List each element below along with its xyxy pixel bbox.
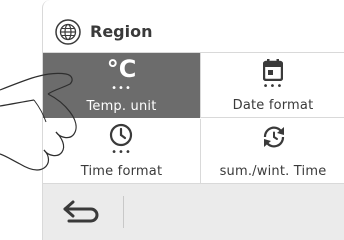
clock-arrows-icon [263,126,285,148]
back-button[interactable] [57,196,105,228]
footer-divider [123,196,124,228]
tile-label-temp-unit: Temp. unit [86,99,157,114]
tile-label-date-format: Date format [232,98,314,113]
calendar-icon [263,59,283,81]
temp-unit-symbol: °C [106,55,137,83]
footer-bar [43,184,344,240]
tile-temp-unit[interactable]: °C ••• Temp. unit [43,53,200,118]
globe-icon [55,19,81,45]
more-dots-icon: ••• [111,147,132,158]
tile-summer-winter-time[interactable]: sum./wint. Time [200,119,344,184]
clock-icon [109,123,133,147]
tile-label-time-format: Time format [80,164,163,179]
tile-date-format[interactable]: ••• Date format [200,53,344,118]
panel-header: Region [43,12,344,53]
more-dots-icon: ••• [262,81,284,92]
tile-label-sum-wint-time: sum./wint. Time [219,164,327,179]
tile-time-format[interactable]: ••• Time format [43,119,200,184]
page-title: Region [90,22,153,41]
region-settings-panel: Region °C ••• Temp. unit ••• Date format… [42,0,344,240]
back-arrow-icon [63,200,99,223]
more-dots-icon: ••• [111,83,132,94]
